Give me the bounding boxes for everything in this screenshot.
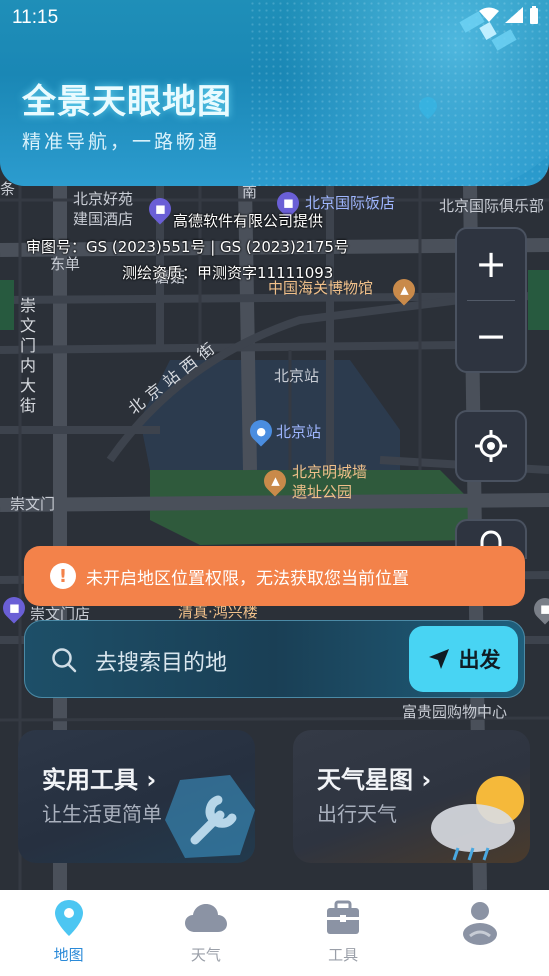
zoom-control: + − <box>455 227 527 373</box>
status-time: 11:15 <box>12 7 59 28</box>
warning-icon: ! <box>50 563 76 589</box>
map-pin-icon <box>54 900 83 936</box>
tab-tools[interactable]: 工具 <box>275 890 412 976</box>
weather-card[interactable]: 天气星图 › 出行天气 <box>293 730 530 863</box>
header-banner: 11:15 全景天眼地图 精准导航，一路畅通 <box>0 0 549 186</box>
poi-label[interactable]: 北京明城墙 <box>292 463 367 481</box>
map-credit: 测绘资质：甲测资字11111093 <box>122 264 334 282</box>
crosshair-icon <box>475 430 507 462</box>
signal-icon <box>505 7 523 23</box>
location-pin-icon <box>419 97 437 119</box>
poi-label[interactable]: 崇文门 <box>10 495 55 513</box>
search-input[interactable]: 去搜索目的地 <box>95 645 227 677</box>
tab-label: 工具 <box>328 946 359 964</box>
tools-card[interactable]: 实用工具 › 让生活更简单 <box>18 730 255 863</box>
battery-icon <box>530 6 538 24</box>
tab-label: 天气 <box>190 946 221 964</box>
poi-label[interactable]: 建国酒店 <box>73 210 133 228</box>
navigation-arrow-icon <box>428 649 449 669</box>
road-label: 崇文门内大街 <box>20 296 37 415</box>
warning-text: 未开启地区位置权限，无法获取您当前位置 <box>86 568 409 589</box>
wifi-icon <box>479 7 499 22</box>
tab-profile[interactable] <box>412 890 549 976</box>
go-button-label: 出发 <box>458 648 501 672</box>
poi-label[interactable]: 富贵园购物中心 <box>402 703 507 721</box>
zoom-in-button[interactable]: + <box>457 229 525 300</box>
bottom-tab-bar: 地图 天气 工具 <box>0 890 549 976</box>
toolbox-icon <box>327 900 360 934</box>
location-permission-warning[interactable]: ! 未开启地区位置权限，无法获取您当前位置 <box>24 546 525 606</box>
poi-label[interactable]: 北京好苑 <box>73 190 133 208</box>
status-bar: 11:15 <box>0 0 549 36</box>
card-title: 天气星图 › <box>317 766 432 794</box>
search-icon <box>52 648 77 673</box>
map-credit: 审图号：GS (2023)551号 | GS (2023)2175号 <box>26 238 349 256</box>
poi-label[interactable]: 北京国际俱乐部 <box>439 197 544 215</box>
card-subtitle: 出行天气 <box>317 802 397 826</box>
tab-weather[interactable]: 天气 <box>137 890 274 976</box>
user-icon <box>463 902 498 945</box>
status-icons <box>479 6 539 24</box>
poi-label[interactable]: 北京站 <box>274 367 319 385</box>
app-subtitle: 精准导航，一路畅通 <box>22 131 221 153</box>
weather-icon <box>431 776 524 861</box>
poi-label[interactable]: 遗址公园 <box>292 483 352 501</box>
tab-map[interactable]: 地图 <box>0 890 137 976</box>
tab-label: 地图 <box>53 946 84 964</box>
zoom-out-button[interactable]: − <box>457 301 525 372</box>
locate-button[interactable] <box>455 410 527 482</box>
wrench-icon <box>165 775 255 858</box>
app-title: 全景天眼地图 <box>22 82 232 122</box>
poi-label[interactable]: 东单 <box>50 255 80 273</box>
card-title: 实用工具 › <box>42 766 157 794</box>
go-button[interactable]: 出发 <box>409 626 518 692</box>
cloud-icon <box>184 904 227 932</box>
map-credit: 高德软件有限公司提供 <box>173 212 324 230</box>
card-subtitle: 让生活更简单 <box>42 802 162 826</box>
poi-label[interactable]: 北京站 <box>276 423 321 441</box>
search-bar[interactable]: 去搜索目的地 出发 <box>24 620 525 698</box>
